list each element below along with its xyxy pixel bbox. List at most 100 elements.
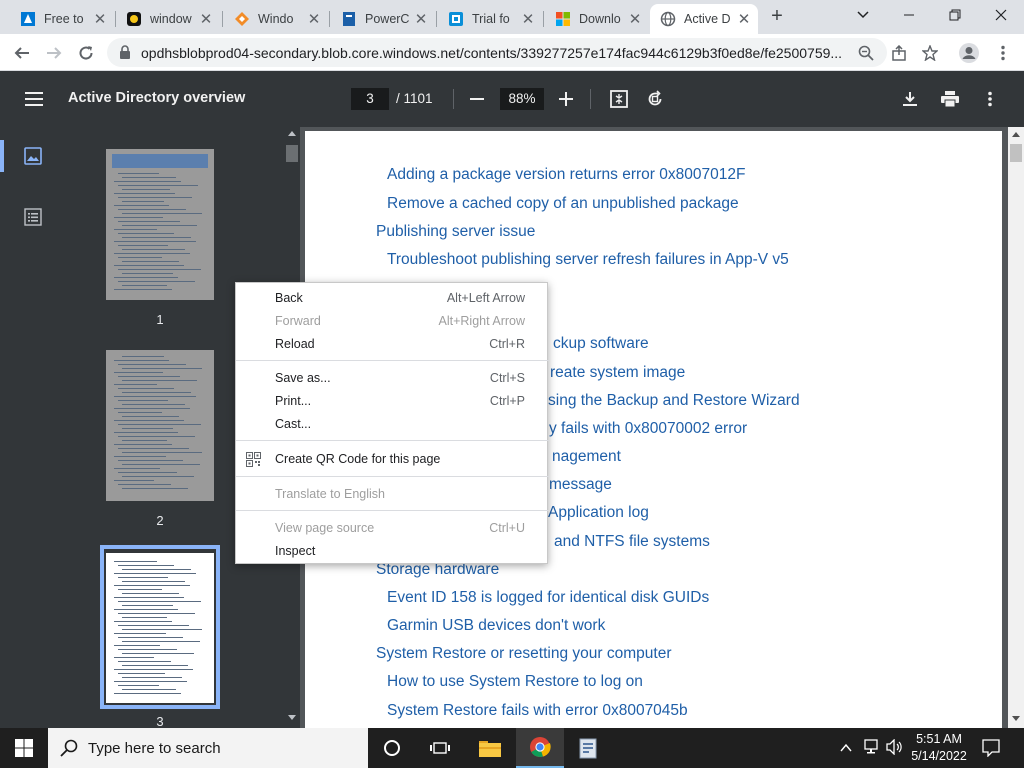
toc-link[interactable]: Event ID 158 is logged for identical dis… [387,589,709,607]
more-options-icon[interactable] [978,87,1002,111]
toc-link[interactable]: Publishing server issue [376,223,535,241]
toc-link[interactable]: System Restore or resetting your compute… [376,645,671,663]
scroll-up-arrow[interactable] [288,131,296,136]
browser-menu-icon[interactable] [990,40,1016,66]
menu-item-save-as[interactable]: Save as... Ctrl+S [236,367,549,390]
toc-link[interactable]: nagement [552,448,621,466]
toc-link[interactable]: y fails with 0x80070002 error [549,420,747,438]
thumbnail-text-line [122,392,191,393]
tab-free-to[interactable]: Free to ✕ [10,4,114,34]
share-icon[interactable] [886,40,912,66]
close-tab-icon[interactable]: ✕ [413,11,429,28]
toc-link[interactable]: System Restore fails with error 0x800704… [387,702,688,720]
thumbnails-icon[interactable] [24,147,42,168]
menu-item-translate[interactable]: Translate to English [236,483,549,506]
back-button[interactable] [9,40,35,66]
reload-button[interactable] [73,40,99,66]
close-tab-icon[interactable]: ✕ [306,11,322,28]
page-thumbnail[interactable] [106,149,214,300]
chrome-icon[interactable] [516,728,564,768]
thumbnail-text-line [122,201,164,202]
bookmark-star-icon[interactable] [917,40,943,66]
page-scrollbar[interactable] [1008,127,1024,728]
taskbar-search-box[interactable]: Type here to search [48,728,368,768]
page-thumbnail[interactable] [106,350,214,501]
toc-link[interactable]: Adding a package version returns error 0… [387,166,745,184]
close-tab-icon[interactable]: ✕ [198,11,214,28]
tab-active-directory[interactable]: Active D ✕ [650,4,758,34]
windows-start-icon[interactable] [0,728,48,768]
menu-item-print[interactable]: Print... Ctrl+P [236,390,549,413]
tab-title: Active D [684,12,731,26]
toc-link[interactable]: Application log [548,504,649,522]
restore-button[interactable] [932,0,978,30]
outline-icon[interactable] [24,208,42,229]
menu-item-cast[interactable]: Cast... [236,413,549,436]
menu-item-shortcut: Ctrl+S [489,371,525,385]
tab-trial-for[interactable]: Trial fo ✕ [438,4,542,34]
thumbnail-text-line [114,444,172,445]
lock-icon[interactable] [119,45,131,62]
thumbnail-text-line [114,384,157,385]
cortana-icon[interactable] [368,728,416,768]
zoom-in-icon[interactable] [554,87,578,111]
fit-page-icon[interactable] [607,87,631,111]
profile-avatar[interactable] [956,40,982,66]
toc-link[interactable]: message [549,476,612,494]
thumbnail-text-line [118,197,192,198]
close-tab-icon[interactable]: ✕ [736,11,752,28]
download-icon[interactable] [898,87,922,111]
network-icon[interactable] [862,739,880,758]
task-view-icon[interactable] [416,728,464,768]
toc-link[interactable]: How to use System Restore to log on [387,673,643,691]
tab-search-button[interactable] [840,0,886,30]
tab-powerc[interactable]: PowerC ✕ [331,4,435,34]
tab-windo[interactable]: Windo ✕ [224,4,328,34]
scroll-down-arrow[interactable] [288,715,296,720]
close-tab-icon[interactable]: ✕ [627,11,643,28]
menu-item-forward[interactable]: Forward Alt+Right Arrow [236,310,549,333]
thumbnail-text-line [114,432,178,433]
rotate-icon[interactable] [643,87,667,111]
scroll-up-arrow[interactable] [1012,132,1020,137]
menu-item-back[interactable]: Back Alt+Left Arrow [236,287,549,310]
close-tab-icon[interactable]: ✕ [520,11,536,28]
close-window-button[interactable] [978,0,1024,30]
zoom-icon[interactable] [853,40,879,66]
thumbnail-text-line [118,400,168,401]
scrollbar-thumb[interactable] [1010,144,1022,162]
tab-window[interactable]: window ✕ [116,4,220,34]
show-hidden-icons-icon[interactable] [840,741,852,756]
system-clock[interactable]: 5:51 AM 5/14/2022 [910,731,968,765]
toc-link[interactable]: and NTFS file systems [554,533,710,551]
minimize-button[interactable] [886,0,932,30]
toc-link[interactable]: Garmin USB devices don't work [387,617,605,635]
toc-link[interactable]: ckup software [553,335,649,353]
file-explorer-icon[interactable] [466,728,514,768]
forward-button[interactable] [41,40,67,66]
toc-link[interactable]: reate system image [550,364,685,382]
close-tab-icon[interactable]: ✕ [92,11,108,28]
print-icon[interactable] [938,87,962,111]
thumbnail-text-line [122,452,202,453]
thumbnail-text-line [114,360,169,361]
zoom-level-input[interactable]: 88% [500,88,544,110]
toc-link[interactable]: Remove a cached copy of an unpublished p… [387,195,739,213]
tab-downlo[interactable]: Downlo ✕ [545,4,649,34]
address-bar[interactable]: opdhsblobprod04-secondary.blob.core.wind… [107,38,887,67]
menu-item-view-source[interactable]: View page source Ctrl+U [236,517,549,540]
menu-item-create-qr-code[interactable]: Create QR Code for this page [236,448,549,471]
sidebar-menu-icon[interactable] [22,87,46,111]
notifications-icon[interactable] [982,739,1000,760]
zoom-out-icon[interactable] [465,87,489,111]
menu-item-inspect[interactable]: Inspect [236,540,549,563]
menu-item-reload[interactable]: Reload Ctrl+R [236,333,549,356]
app-icon[interactable] [564,728,612,768]
toc-link[interactable]: sing the Backup and Restore Wizard [548,392,800,410]
toc-link[interactable]: Troubleshoot publishing server refresh f… [387,251,789,269]
scroll-down-arrow[interactable] [1012,716,1020,721]
scrollbar-thumb[interactable] [286,145,298,162]
new-tab-button[interactable]: + [766,6,788,28]
page-number-input[interactable]: 3 [351,88,389,110]
volume-icon[interactable] [886,738,904,758]
